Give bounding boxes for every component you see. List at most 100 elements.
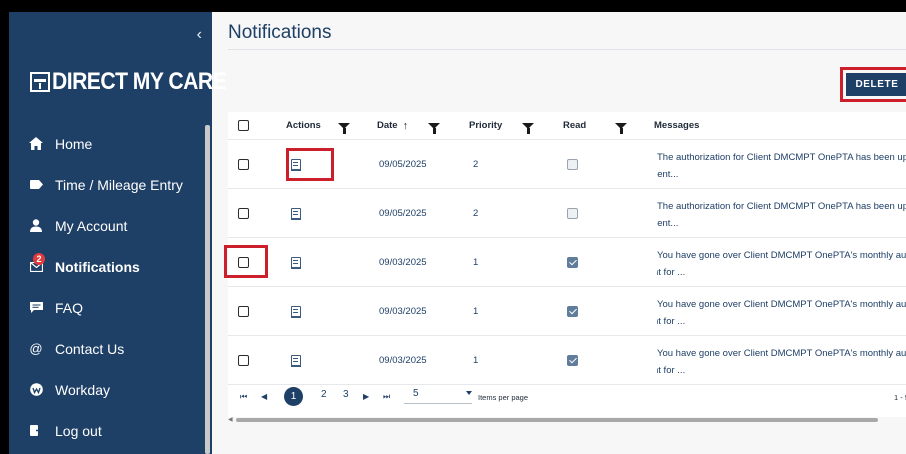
horizontal-scrollbar[interactable]: ◀ — [228, 416, 902, 423]
items-per-page-label: Items per page — [478, 393, 529, 402]
previous-page-button[interactable]: ◀ — [261, 392, 267, 401]
column-header-priority: Priority — [469, 120, 503, 131]
sidebar-item-workday[interactable]: Workday — [9, 369, 205, 410]
row-message[interactable]: You have gone over Client DMCMPT OnePTA'… — [657, 247, 906, 281]
notifications-grid: Actions Date ↑ Priority Read Messages 09… — [228, 112, 906, 417]
row-read-checkbox — [567, 257, 578, 268]
home-icon — [29, 137, 43, 151]
tag-icon — [29, 178, 43, 192]
row-date: 09/03/2025 — [379, 306, 427, 317]
priority-filter-icon[interactable] — [522, 122, 534, 134]
page-button-2[interactable]: 2 — [321, 389, 327, 400]
column-header-messages: Messages — [654, 120, 700, 131]
row-message-line-2: nt for ... — [657, 267, 686, 278]
first-page-button[interactable]: ⏮ — [240, 392, 247, 402]
sidebar-item-home[interactable]: Home — [9, 123, 205, 164]
row-message-line-1: You have gone over Client DMCMPT OnePTA'… — [657, 348, 906, 359]
actions-filter-icon[interactable] — [338, 122, 350, 134]
row-date: 09/05/2025 — [379, 159, 427, 170]
view-message-icon[interactable] — [290, 305, 301, 318]
row-read-checkbox — [567, 208, 578, 219]
delete-button[interactable]: DELETE — [846, 73, 906, 96]
row-message[interactable]: The authorization for Client DMCMPT OneP… — [657, 149, 906, 183]
sidebar-item-faq[interactable]: FAQ — [9, 287, 205, 328]
logo-text: DIRECT MY CARE — [52, 68, 227, 95]
row-message-line-1: You have gone over Client DMCMPT OnePTA'… — [657, 299, 906, 310]
column-header-actions: Actions — [286, 120, 321, 131]
horizontal-scroll-thumb[interactable] — [236, 418, 878, 422]
view-message-icon[interactable] — [290, 207, 301, 220]
sidebar-item-label: My Account — [55, 217, 128, 234]
scroll-left-icon[interactable]: ◀ — [228, 416, 233, 423]
sidebar-item-label: Log out — [55, 422, 102, 439]
table-row[interactable]: 09/03/2025 1 You have gone over Client D… — [228, 239, 906, 287]
view-message-icon[interactable] — [290, 158, 301, 171]
row-select-checkbox[interactable] — [238, 208, 249, 219]
row-message-line-2: nt for ... — [657, 316, 686, 327]
sidebar-nav: Home Time / Mileage Entry My Account 2 N… — [9, 123, 205, 451]
grid-header: Actions Date ↑ Priority Read Messages — [228, 112, 906, 140]
sidebar-item-label: Notifications — [55, 258, 140, 275]
sidebar-scrollbar[interactable] — [205, 125, 210, 454]
row-message[interactable]: You have gone over Client DMCMPT OnePTA'… — [657, 345, 906, 379]
next-page-button[interactable]: ▶ — [363, 392, 369, 401]
select-all-checkbox[interactable] — [238, 120, 249, 131]
row-priority: 2 — [473, 208, 479, 219]
sort-ascending-icon: ↑ — [402, 119, 409, 132]
row-message[interactable]: You have gone over Client DMCMPT OnePTA'… — [657, 296, 906, 330]
view-message-icon[interactable] — [290, 256, 301, 269]
row-message-line-2: lient... — [657, 169, 679, 180]
table-row[interactable]: 09/05/2025 2 The authorization for Clien… — [228, 190, 906, 238]
row-date: 09/03/2025 — [379, 355, 427, 366]
screenshot-frame: ‹ DIRECT MY CARE Home Time / Mileage Ent… — [0, 0, 906, 454]
row-priority: 1 — [473, 355, 479, 366]
row-select-checkbox[interactable] — [238, 306, 249, 317]
row-date: 09/03/2025 — [379, 257, 427, 268]
sidebar-item-label: Workday — [55, 381, 110, 398]
row-message[interactable]: The authorization for Client DMCMPT OneP… — [657, 198, 906, 232]
sidebar-item-label: Time / Mileage Entry — [55, 176, 183, 193]
read-filter-icon[interactable] — [615, 122, 627, 134]
row-message-line-2: lient... — [657, 218, 679, 229]
row-message-line-2: nt for ... — [657, 365, 686, 376]
row-select-checkbox[interactable] — [238, 257, 249, 268]
row-date: 09/05/2025 — [379, 208, 427, 219]
sidebar-item-label: FAQ — [55, 299, 84, 316]
sidebar-item-label: Contact Us — [55, 340, 125, 357]
logo-house-icon — [30, 72, 50, 92]
sidebar-item-log-out[interactable]: Log out — [9, 410, 205, 451]
last-page-button[interactable]: ⏭ — [383, 392, 390, 402]
chat-icon — [29, 301, 43, 315]
row-select-checkbox[interactable] — [238, 355, 249, 366]
envelope-icon: 2 — [29, 252, 45, 274]
logout-icon — [29, 424, 43, 438]
row-read-checkbox — [567, 306, 578, 317]
row-read-checkbox — [567, 355, 578, 366]
column-header-date-label: Date — [377, 120, 398, 131]
pager-range: 1 - 5 — [894, 393, 906, 402]
view-message-icon[interactable] — [290, 354, 301, 367]
sidebar-item-my-account[interactable]: My Account — [9, 205, 205, 246]
row-priority: 1 — [473, 306, 479, 317]
sidebar-item-time-mileage[interactable]: Time / Mileage Entry — [9, 164, 205, 205]
table-row[interactable]: 09/03/2025 1 You have gone over Client D… — [228, 288, 906, 336]
table-row[interactable]: 09/03/2025 1 You have gone over Client D… — [228, 337, 906, 385]
date-filter-icon[interactable] — [428, 122, 440, 134]
sidebar-item-notifications[interactable]: 2 Notifications — [9, 246, 205, 287]
title-divider — [228, 49, 906, 50]
row-message-line-1: The authorization for Client DMCMPT OneP… — [657, 152, 906, 163]
collapse-sidebar-button[interactable]: ‹ — [197, 26, 202, 44]
row-message-line-1: The authorization for Client DMCMPT OneP… — [657, 201, 906, 212]
page-button-1[interactable]: 1 — [284, 387, 303, 406]
app-window: ‹ DIRECT MY CARE Home Time / Mileage Ent… — [9, 12, 906, 454]
sidebar-item-contact-us[interactable]: @ Contact Us — [9, 328, 205, 369]
user-icon — [29, 219, 43, 233]
page-size-select[interactable]: 5 — [404, 388, 472, 404]
page-button-3[interactable]: 3 — [343, 389, 349, 400]
column-header-date[interactable]: Date ↑ — [377, 112, 408, 139]
table-row[interactable]: 09/05/2025 2 The authorization for Clien… — [228, 141, 906, 189]
row-select-checkbox[interactable] — [238, 159, 249, 170]
row-read-checkbox — [567, 159, 578, 170]
workday-icon — [29, 383, 43, 397]
row-message-line-1: You have gone over Client DMCMPT OnePTA'… — [657, 250, 906, 261]
